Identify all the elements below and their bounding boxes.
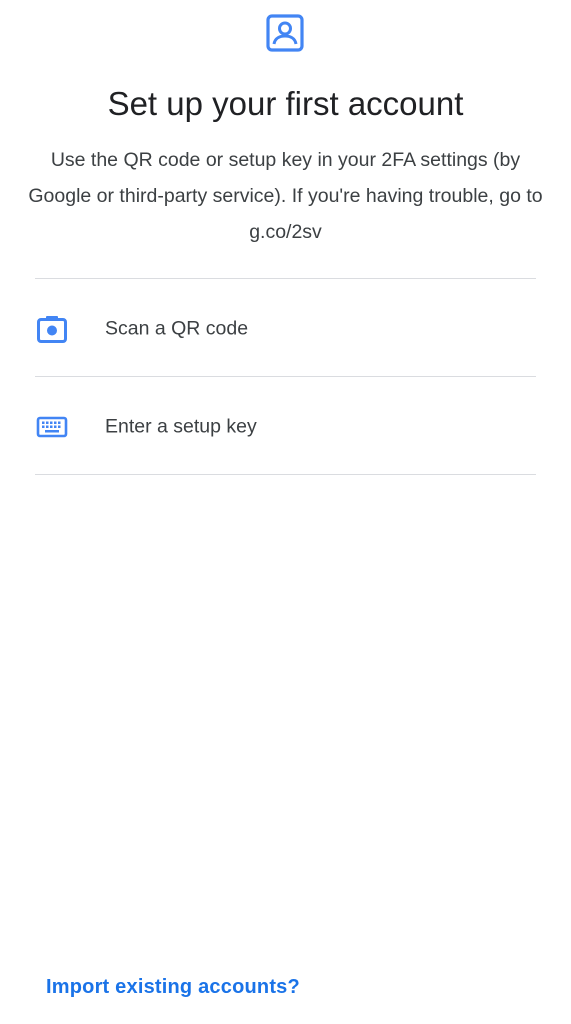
divider bbox=[35, 278, 536, 279]
divider bbox=[35, 376, 536, 377]
enter-setup-key-option[interactable]: Enter a setup key bbox=[0, 379, 571, 475]
scan-qr-code-label: Scan a QR code bbox=[105, 317, 249, 340]
keyboard-icon bbox=[36, 416, 68, 438]
divider bbox=[35, 474, 536, 475]
page-description: Use the QR code or setup key in your 2FA… bbox=[28, 149, 543, 243]
camera-icon bbox=[37, 316, 67, 343]
import-existing-accounts-link[interactable]: Import existing accounts? bbox=[46, 976, 300, 999]
account-box-icon bbox=[266, 14, 304, 52]
scan-qr-code-option[interactable]: Scan a QR code bbox=[0, 281, 571, 377]
page-title: Set up your first account bbox=[107, 85, 464, 122]
enter-setup-key-label: Enter a setup key bbox=[105, 415, 257, 438]
